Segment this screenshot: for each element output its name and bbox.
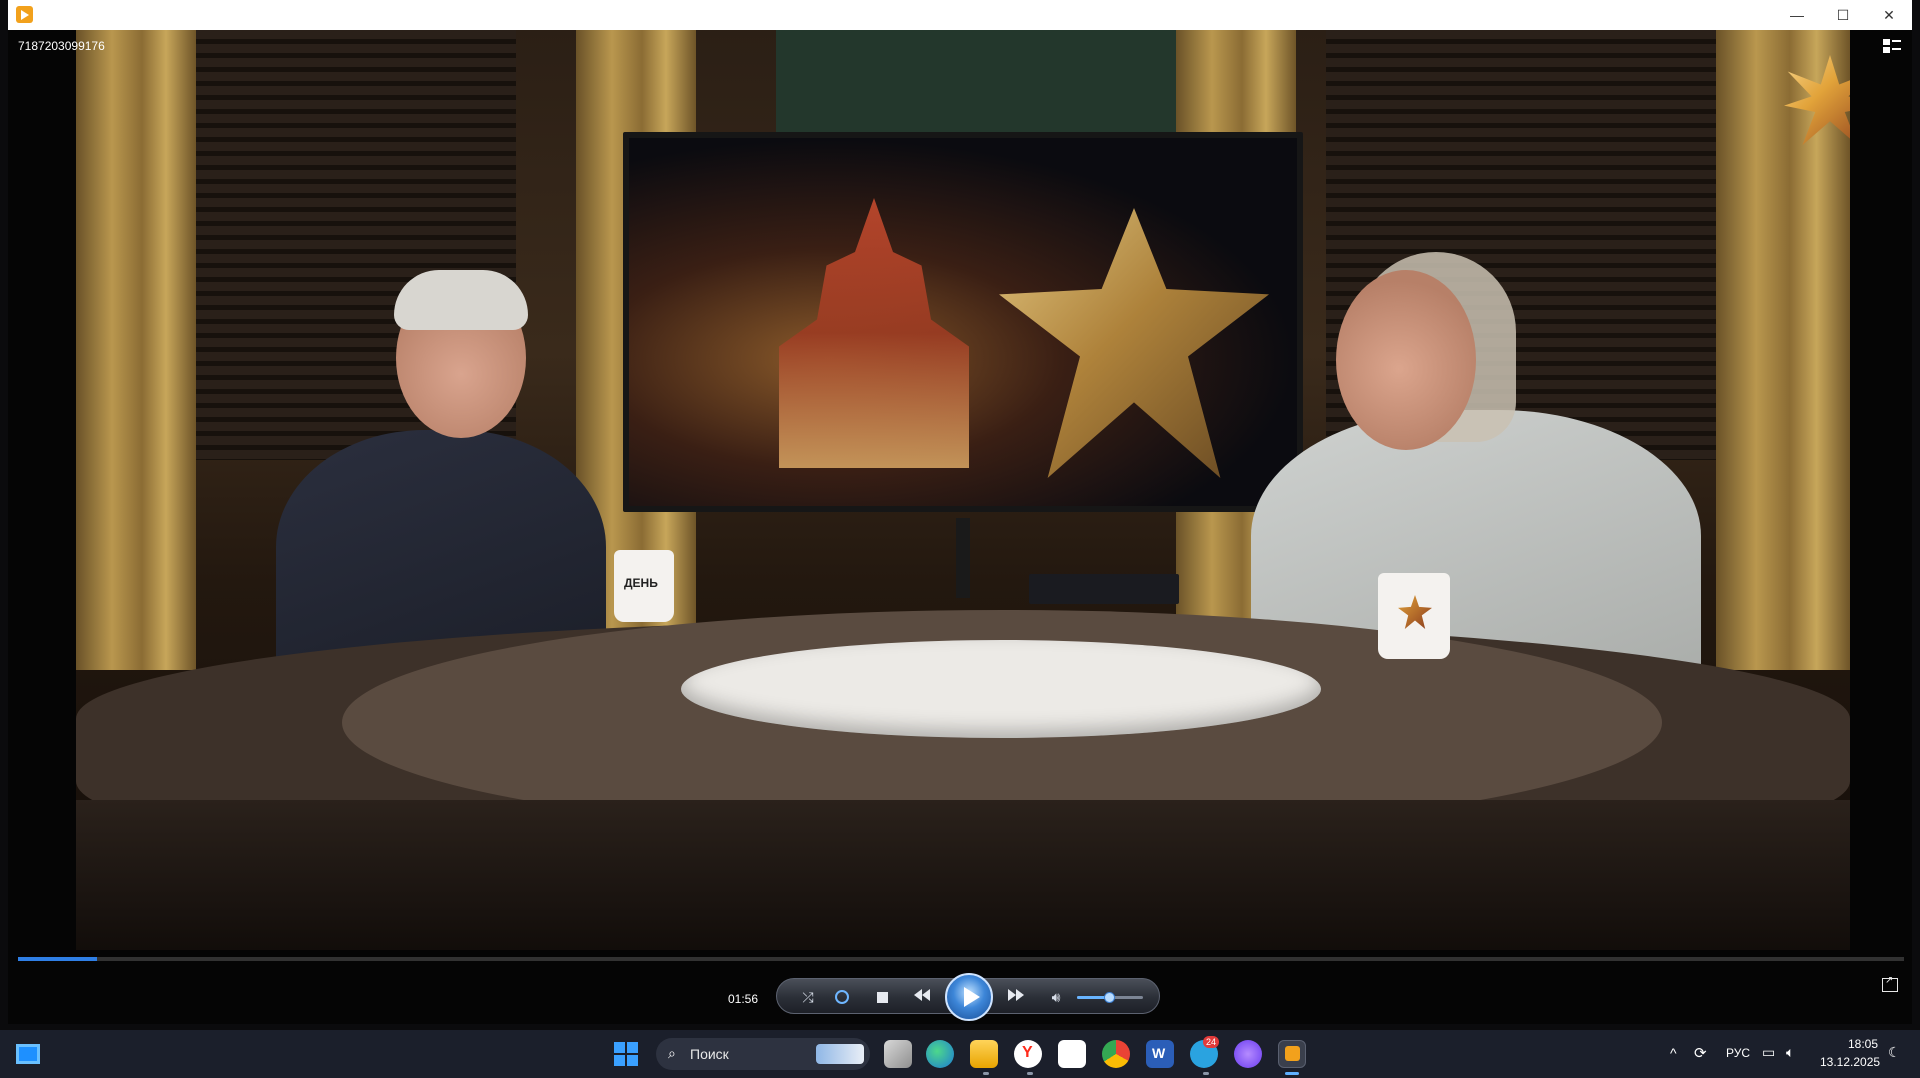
previous-icon [914,988,930,1006]
tray-chevron-icon[interactable]: ^ [1670,1045,1677,1061]
taskbar: ⌕ Поиск 24 ^ ⟳ РУС ▭ 🔈︎ 18:05 13.12.2025… [0,1030,1920,1078]
shuffle-icon: ⤮ [802,988,814,1005]
clock-date[interactable]: 13.12.2025 [1820,1055,1880,1069]
active-indicator [1285,1072,1299,1075]
title-bar[interactable]: — ☐ ✕ [8,0,1912,30]
video-area[interactable]: ДЕНЬ 7187203099176 01:56 ⤮ 🔊︎ ↗ [8,30,1912,1024]
star-logo-icon [1398,595,1432,629]
switch-to-library-button[interactable] [1882,975,1898,992]
tv-stand [956,518,970,598]
app-icon [16,6,33,23]
cathedral-image [779,198,969,468]
maximize-button[interactable]: ☐ [1820,0,1866,30]
video-frame: ДЕНЬ [76,30,1850,950]
search-icon: ⌕ [668,1045,676,1061]
volume-thumb[interactable] [1104,992,1115,1003]
yandex-browser-icon[interactable] [1014,1040,1042,1068]
play-button[interactable] [945,973,993,1021]
running-indicator [983,1072,989,1075]
previous-button[interactable] [905,979,939,1015]
telegram-unread-badge: 24 [1203,1036,1219,1048]
notification-icon[interactable]: ☾ [1888,1044,1901,1061]
guest-hair [394,270,528,330]
volume-icon: 🔊︎ [1051,988,1061,1005]
taskbar-search[interactable]: ⌕ Поиск [656,1038,870,1070]
volume-slider[interactable] [1077,992,1143,1003]
search-placeholder: Поиск [690,1046,729,1062]
shuffle-button[interactable]: ⤮ [791,979,825,1015]
mug-right [1378,573,1450,659]
widgets-icon[interactable] [16,1044,40,1064]
table-center [681,640,1321,738]
next-button[interactable] [999,979,1033,1015]
sync-icon[interactable]: ⟳ [1694,1044,1707,1062]
store-icon[interactable] [1058,1040,1086,1068]
speaker-icon[interactable]: 🔈︎ [1786,1044,1794,1061]
playlist-icon[interactable] [1882,38,1902,54]
search-highlight-image [816,1044,864,1064]
mug-logo-text: ДЕНЬ [624,576,658,590]
video-title: 7187203099176 [18,39,105,53]
repeat-button[interactable] [825,979,859,1015]
seek-progress [18,957,98,961]
media-player-icon[interactable] [1278,1040,1306,1068]
star-graphic [999,208,1269,478]
stop-icon [876,991,888,1003]
input-language[interactable]: РУС [1726,1046,1750,1060]
repeat-icon [835,990,849,1004]
media-player-window: — ☐ ✕ ДЕНЬ 7187203099176 01:56 ⤮ 🔊︎ ↗ [8,0,1912,1024]
curtain-far-right [1716,30,1850,670]
stop-button[interactable] [865,979,899,1015]
next-icon [1008,988,1024,1006]
alice-icon[interactable] [1234,1040,1262,1068]
play-icon [963,987,980,1007]
running-indicator [1203,1072,1209,1075]
word-icon[interactable] [1146,1040,1174,1068]
close-button[interactable]: ✕ [1866,0,1912,30]
mug-left: ДЕНЬ [614,550,674,622]
running-indicator [1027,1072,1033,1075]
start-icon[interactable] [614,1042,638,1066]
mute-button[interactable]: 🔊︎ [1039,979,1073,1015]
elapsed-time: 01:56 [728,992,759,1006]
host-head [1336,270,1476,450]
table-front [76,800,1850,950]
explorer-icon[interactable] [970,1040,998,1068]
chrome-icon[interactable] [1102,1040,1130,1068]
playback-controls: ⤮ 🔊︎ [776,973,1160,1021]
book [1029,574,1179,604]
network-icon[interactable]: ▭ [1762,1044,1775,1061]
minimize-button[interactable]: — [1774,0,1820,30]
seek-bar[interactable] [18,957,1904,961]
curtain-far-left [76,30,196,670]
clock-time[interactable]: 18:05 [1834,1037,1878,1051]
edge-icon[interactable] [926,1040,954,1068]
studio-screen [623,132,1303,512]
task-view-icon[interactable] [884,1040,912,1068]
